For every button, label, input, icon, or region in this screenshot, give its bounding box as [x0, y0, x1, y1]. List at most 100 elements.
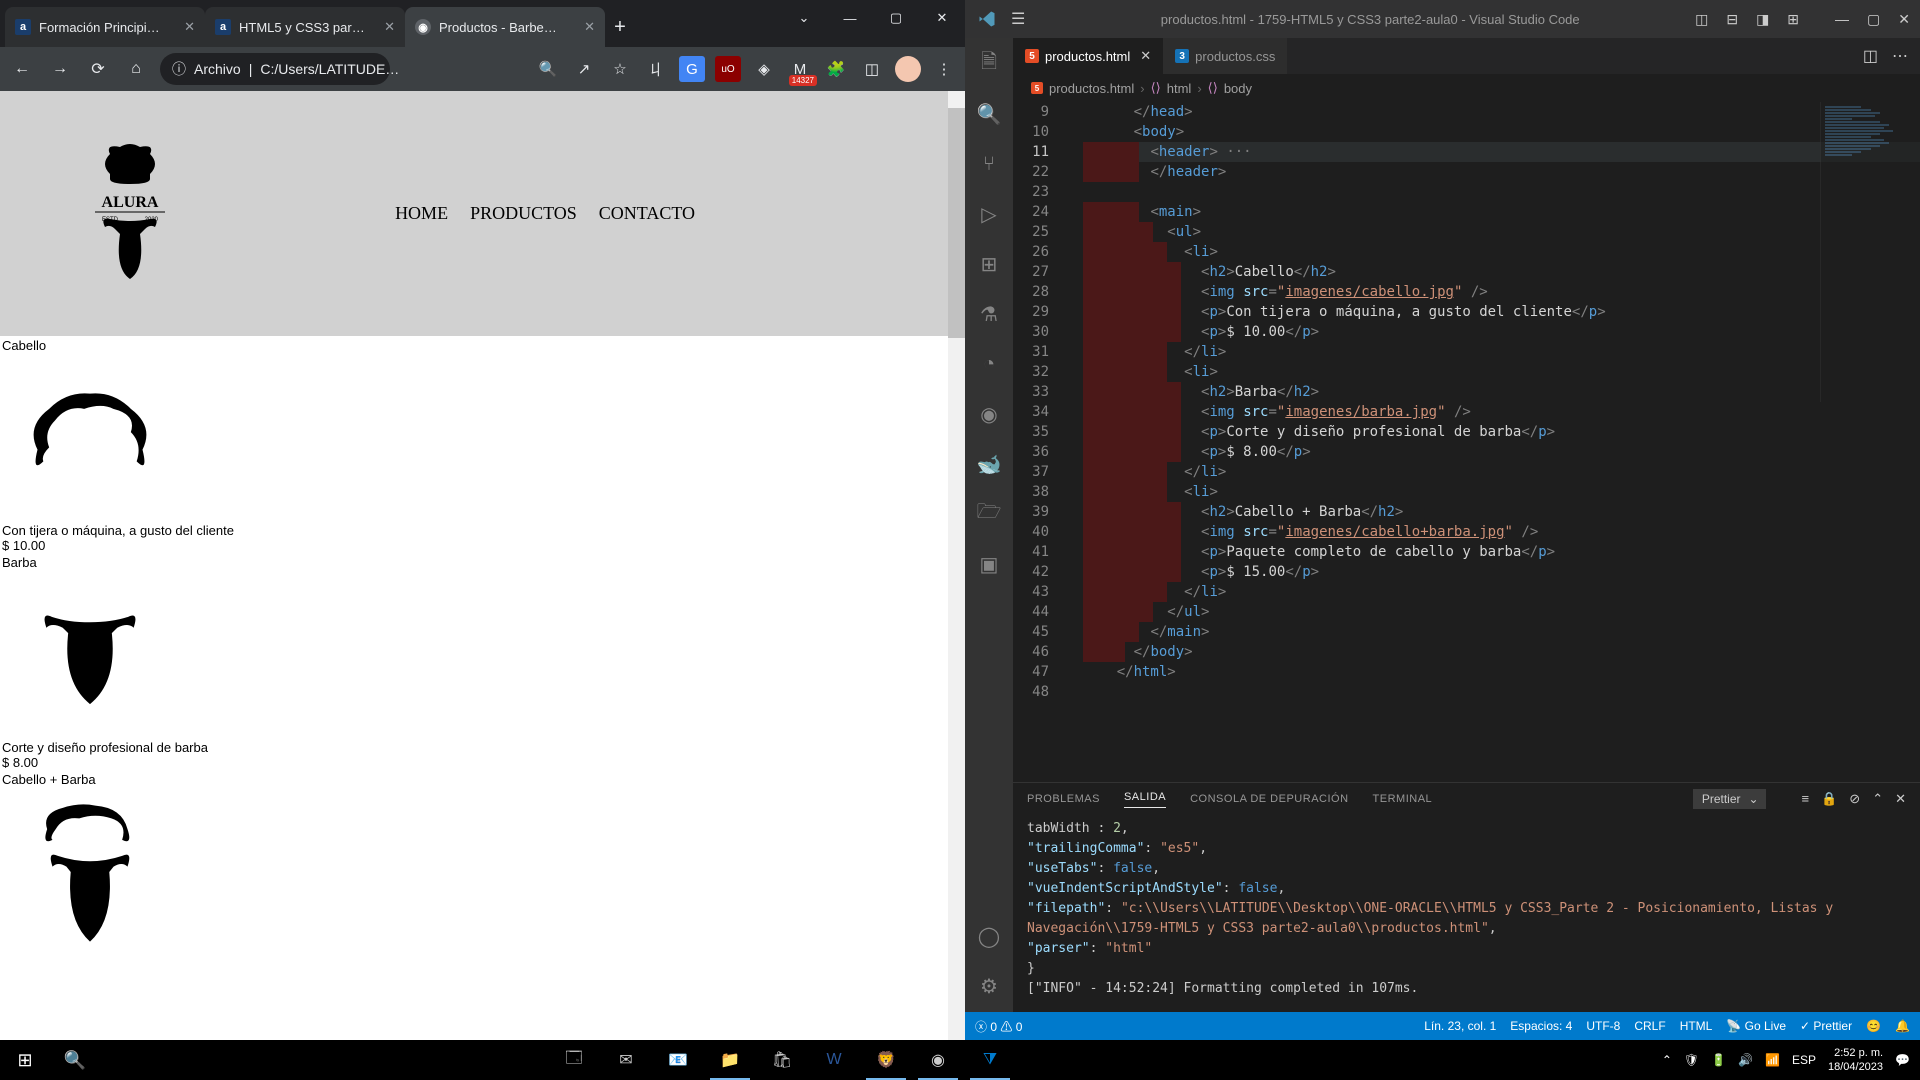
panel-tab-output[interactable]: SALIDA [1124, 791, 1166, 808]
extensions-icon[interactable]: ⊞ [975, 250, 1003, 278]
browser-tab-2[interactable]: a HTML5 y CSS3 par… ✕ [205, 7, 405, 47]
scroll-thumb[interactable] [948, 108, 965, 338]
back-icon[interactable]: ← [8, 55, 36, 83]
close-icon[interactable]: ✕ [1895, 791, 1906, 807]
nav-contacto[interactable]: CONTACTO [599, 203, 695, 224]
feedback-icon[interactable]: 😊 [1866, 1019, 1881, 1033]
menu-icon[interactable]: ⋮ [931, 56, 957, 82]
cursor-position[interactable]: Lín. 23, col. 1 [1424, 1019, 1496, 1033]
bc-file[interactable]: productos.html [1049, 81, 1134, 96]
go-live[interactable]: 📡 Go Live [1726, 1019, 1786, 1033]
editor-tab-productos-css[interactable]: 3 productos.css [1163, 38, 1287, 74]
mail-icon[interactable]: ✉ [602, 1040, 650, 1080]
word-icon[interactable]: W [810, 1040, 858, 1080]
split-icon[interactable]: ◫ [1863, 46, 1878, 66]
code-editor[interactable]: 9101122232425262728293031323334353637383… [1013, 102, 1920, 782]
folder-icon[interactable]: 🗁 [975, 500, 1003, 528]
new-tab-button[interactable]: + [605, 7, 635, 47]
minimize-icon[interactable]: — [1835, 11, 1849, 27]
bc-body[interactable]: body [1224, 81, 1252, 96]
lock-icon[interactable]: 🔒 [1821, 791, 1837, 807]
ublock-icon[interactable]: uO [715, 56, 741, 82]
nav-productos[interactable]: PRODUCTOS [470, 203, 577, 224]
testing-icon[interactable]: ⚗ [975, 300, 1003, 328]
explorer-icon[interactable]: 📁 [706, 1040, 754, 1080]
settings-icon[interactable]: ⚙ [975, 972, 1003, 1000]
vscode-icon[interactable]: ⧩ [966, 1040, 1014, 1080]
sidepanel-icon[interactable]: ◫ [859, 56, 885, 82]
close-icon[interactable]: ✕ [919, 0, 965, 36]
task-view-icon[interactable]: 🗔 [550, 1040, 598, 1080]
minimize-icon[interactable]: — [827, 0, 873, 36]
brave-icon[interactable]: ◈ [751, 56, 777, 82]
panel-tab-problems[interactable]: PROBLEMAS [1027, 793, 1100, 805]
run-debug-icon[interactable]: ▷ [975, 200, 1003, 228]
grid-icon[interactable]: ⊞ [1787, 11, 1799, 28]
explorer-icon[interactable]: 🗎 [975, 50, 1003, 78]
outlook-icon[interactable]: 📧 [654, 1040, 702, 1080]
encoding[interactable]: UTF-8 [1586, 1019, 1620, 1033]
chevron-down-icon[interactable]: ⌄ [781, 0, 827, 36]
zoom-icon[interactable]: 🔍 [535, 56, 561, 82]
more-icon[interactable]: ⋯ [1892, 46, 1908, 66]
layout-icon[interactable]: ◫ [1695, 11, 1708, 28]
editor-tab-productos-html[interactable]: 5 productos.html ✕ [1013, 38, 1163, 74]
panel-icon[interactable]: ⊟ [1726, 11, 1738, 28]
gmail-icon[interactable]: M14327 [787, 56, 813, 82]
browser-tab-3[interactable]: ◉ Productos - Barbe… ✕ [405, 7, 605, 47]
close-icon[interactable]: ✕ [384, 19, 395, 35]
list-icon[interactable]: ≡ [1802, 791, 1810, 807]
browser-tab-1[interactable]: a Formación Principi… ✕ [5, 7, 205, 47]
error-count[interactable]: ⓧ 0 ⚠ 0 [975, 1018, 1022, 1035]
tray-wifi-icon[interactable]: 📶 [1765, 1053, 1780, 1067]
scrollbar[interactable] [948, 91, 965, 1040]
translate-icon[interactable]: G [679, 56, 705, 82]
indentation[interactable]: Espacios: 4 [1510, 1019, 1572, 1033]
account-icon[interactable]: ◯ [975, 922, 1003, 950]
home-icon[interactable]: ⌂ [122, 55, 150, 83]
nav-home[interactable]: HOME [395, 203, 448, 224]
timeline-icon[interactable]: ◔ [975, 350, 1003, 378]
search-icon[interactable]: 🔍 [50, 1040, 100, 1080]
output-content[interactable]: tabWidth : 2, "trailingComma": "es5", "u… [1013, 815, 1920, 1012]
tray-security-icon[interactable]: 🛡 [1684, 1053, 1699, 1067]
minimap[interactable] [1820, 102, 1920, 402]
source-control-icon[interactable]: ⑂ [975, 150, 1003, 178]
avatar-icon[interactable] [895, 56, 921, 82]
terminal-icon[interactable]: ▣ [975, 550, 1003, 578]
clear-icon[interactable]: ⊘ [1849, 791, 1860, 807]
tray-chevron-icon[interactable]: ⌃ [1662, 1053, 1672, 1067]
forward-icon[interactable]: → [46, 55, 74, 83]
maximize-icon[interactable]: ▢ [1867, 11, 1880, 28]
close-icon[interactable]: ✕ [184, 19, 195, 35]
extension-icon[interactable]: 丩 [643, 56, 669, 82]
url-bar[interactable]: ⓘ Archivo | C:/Users/LATITUDE… [160, 53, 390, 85]
clock[interactable]: 2:52 p. m. 18/04/2023 [1828, 1046, 1883, 1074]
chrome-icon[interactable]: ◉ [914, 1040, 962, 1080]
breadcrumb[interactable]: 5 productos.html › ⟨⟩ html › ⟨⟩ body [1013, 74, 1920, 102]
star-icon[interactable]: ☆ [607, 56, 633, 82]
start-button[interactable]: ⊞ [0, 1040, 50, 1080]
extensions-icon[interactable]: 🧩 [823, 56, 849, 82]
reload-icon[interactable]: ⟳ [84, 55, 112, 83]
tray-volume-icon[interactable]: 🔊 [1738, 1053, 1753, 1067]
panel-tab-debug[interactable]: CONSOLA DE DEPURACIÓN [1190, 793, 1348, 805]
store-icon[interactable]: 🛍 [758, 1040, 806, 1080]
close-icon[interactable]: ✕ [1898, 11, 1910, 28]
code-lines[interactable]: </head> <body> <header> ··· </header> <m… [1083, 102, 1920, 702]
menu-icon[interactable]: ☰ [1011, 9, 1025, 29]
sidebar-icon[interactable]: ◨ [1756, 11, 1769, 28]
chevron-up-icon[interactable]: ⌃ [1872, 791, 1883, 807]
edge-icon[interactable]: ◉ [975, 400, 1003, 428]
eol[interactable]: CRLF [1634, 1019, 1665, 1033]
maximize-icon[interactable]: ▢ [873, 0, 919, 36]
bell-icon[interactable]: 🔔 [1895, 1019, 1910, 1033]
output-channel-select[interactable]: Prettier ⌄ [1693, 789, 1766, 809]
share-icon[interactable]: ↗ [571, 56, 597, 82]
notifications-icon[interactable]: 💬 [1895, 1053, 1910, 1067]
close-icon[interactable]: ✕ [1140, 48, 1151, 64]
tray-language[interactable]: ESP [1792, 1053, 1816, 1067]
docker-icon[interactable]: 🐋 [975, 450, 1003, 478]
brave-icon[interactable]: 🦁 [862, 1040, 910, 1080]
search-icon[interactable]: 🔍 [975, 100, 1003, 128]
